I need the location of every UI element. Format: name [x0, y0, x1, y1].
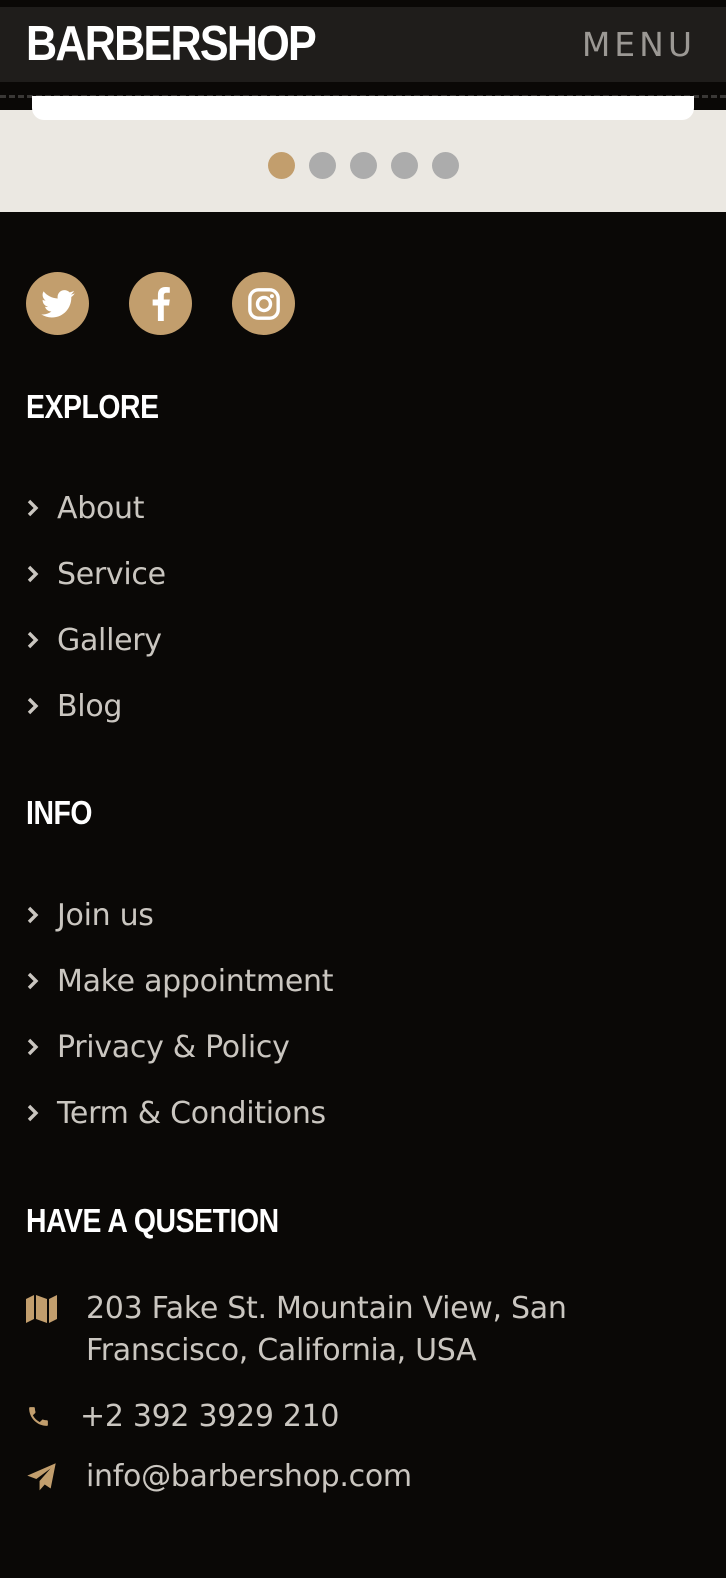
instagram-button[interactable] [232, 272, 295, 335]
footer: EXPLORE About Service Gallery Blog INFO … [0, 212, 726, 1578]
navbar: BARBERSHOP MENU [0, 7, 726, 82]
explore-link-label: About [57, 490, 145, 526]
explore-link-service[interactable]: Service [26, 541, 166, 607]
instagram-icon [247, 287, 280, 320]
chevron-right-icon [26, 499, 57, 517]
testimonial-carousel [0, 96, 726, 212]
map-icon [26, 1288, 86, 1323]
address-line-1: 203 Fake St. Mountain View, San [86, 1291, 567, 1326]
carousel-dot-2[interactable] [308, 152, 336, 179]
info-link-privacy-policy[interactable]: Privacy & Policy [26, 1014, 333, 1080]
social-links [26, 272, 295, 335]
email-address: info@barbershop.com [86, 1459, 412, 1494]
explore-link-label: Gallery [57, 622, 162, 658]
menu-button[interactable]: MENU [582, 28, 696, 61]
explore-link-label: Service [57, 556, 166, 592]
info-link-join-us[interactable]: Join us [26, 882, 333, 948]
paper-plane-icon [26, 1456, 86, 1493]
twitter-icon [40, 289, 75, 317]
info-link-terms-conditions[interactable]: Term & Conditions [26, 1080, 333, 1146]
question-heading: HAVE A QUSETION [26, 1202, 279, 1239]
contact-phone[interactable]: +2 392 3929 210 [26, 1396, 340, 1438]
carousel-dot-1[interactable] [267, 152, 295, 179]
chevron-right-icon [26, 631, 57, 649]
chevron-right-icon [26, 1038, 57, 1056]
chevron-right-icon [26, 972, 57, 990]
carousel-dot-5[interactable] [431, 152, 459, 179]
top-strip [0, 0, 726, 7]
address-text: 203 Fake St. Mountain View, San Franscis… [86, 1288, 567, 1372]
explore-link-about[interactable]: About [26, 475, 166, 541]
explore-link-blog[interactable]: Blog [26, 673, 166, 739]
phone-icon [26, 1396, 80, 1430]
chevron-right-icon [26, 697, 57, 715]
info-link-label: Term & Conditions [57, 1095, 326, 1131]
chevron-right-icon [26, 565, 57, 583]
explore-link-gallery[interactable]: Gallery [26, 607, 166, 673]
explore-heading: EXPLORE [26, 388, 159, 425]
twitter-button[interactable] [26, 272, 89, 335]
info-link-label: Privacy & Policy [57, 1029, 290, 1065]
contact-email[interactable]: info@barbershop.com [26, 1456, 412, 1498]
chevron-right-icon [26, 1104, 57, 1122]
info-heading: INFO [26, 794, 93, 831]
contact-address: 203 Fake St. Mountain View, San Franscis… [26, 1288, 567, 1372]
info-link-label: Join us [57, 897, 154, 933]
info-link-label: Make appointment [57, 963, 334, 999]
explore-link-label: Blog [57, 688, 123, 724]
info-link-make-appointment[interactable]: Make appointment [26, 948, 333, 1014]
address-line-2: Franscisco, California, USA [86, 1333, 477, 1368]
carousel-dot-3[interactable] [349, 152, 377, 179]
carousel-card [32, 96, 694, 120]
carousel-dot-4[interactable] [390, 152, 418, 179]
phone-number: +2 392 3929 210 [80, 1399, 340, 1434]
facebook-button[interactable] [129, 272, 192, 335]
carousel-dots [0, 152, 726, 179]
explore-links: About Service Gallery Blog [26, 475, 166, 739]
brand-logo[interactable]: BARBERSHOP [26, 20, 317, 69]
facebook-icon [152, 286, 170, 321]
info-links: Join us Make appointment Privacy & Polic… [26, 882, 333, 1146]
chevron-right-icon [26, 906, 57, 924]
